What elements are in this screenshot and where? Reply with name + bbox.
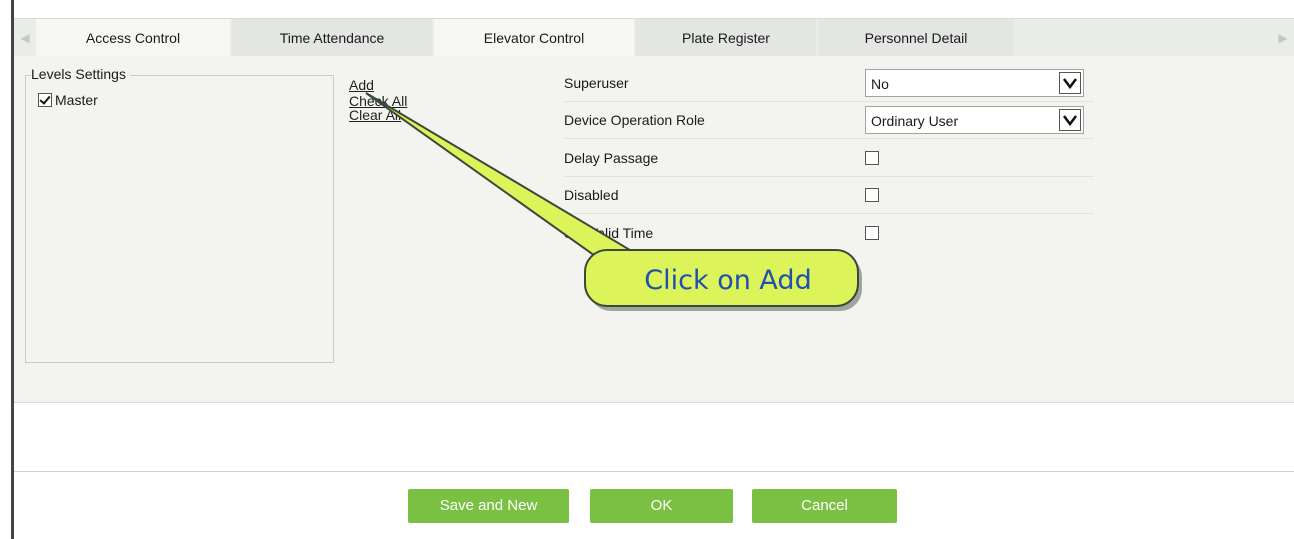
tab-bar: ◀ Access Control Time Attendance Elevato… xyxy=(14,18,1294,57)
disabled-label: Disabled xyxy=(564,187,619,203)
level-item-master[interactable]: Master xyxy=(38,92,98,108)
level-item-label: Master xyxy=(55,92,98,108)
superuser-value: No xyxy=(871,76,889,92)
clear-all-link[interactable]: Clear All xyxy=(349,108,407,122)
add-link[interactable]: Add xyxy=(349,78,407,92)
delay-passage-row: Delay Passage xyxy=(564,140,1094,177)
chevron-down-icon[interactable] xyxy=(1059,109,1081,131)
tab-time-attendance[interactable]: Time Attendance xyxy=(232,19,432,57)
chevron-down-icon[interactable] xyxy=(1059,72,1081,94)
level-actions: Add Check All Clear All xyxy=(349,76,407,122)
superuser-row: Superuser No xyxy=(564,65,1094,102)
delay-passage-checkbox[interactable] xyxy=(865,151,879,165)
valid-time-label: Set Valid Time xyxy=(564,225,654,241)
device-role-label: Device Operation Role xyxy=(564,112,705,128)
valid-time-row: Set Valid Time xyxy=(564,215,1094,251)
tab-personnel-detail[interactable]: Personnel Detail xyxy=(818,19,1014,57)
save-and-new-button[interactable]: Save and New xyxy=(408,489,569,523)
ok-button[interactable]: OK xyxy=(590,489,733,523)
footer-divider xyxy=(14,471,1294,472)
device-role-value: Ordinary User xyxy=(871,113,959,129)
delay-passage-label: Delay Passage xyxy=(564,150,659,166)
tab-scroll-right-icon[interactable]: ▶ xyxy=(1272,19,1294,57)
levels-settings-legend: Levels Settings xyxy=(31,66,130,82)
tab-plate-register[interactable]: Plate Register xyxy=(636,19,816,57)
levels-settings-fieldset xyxy=(25,75,334,363)
cancel-button[interactable]: Cancel xyxy=(752,489,897,523)
master-checkbox[interactable] xyxy=(38,93,52,107)
disabled-row: Disabled xyxy=(564,177,1094,214)
superuser-label: Superuser xyxy=(564,75,629,91)
callout-text: Click on Add xyxy=(644,265,812,296)
tab-content-panel: Levels Settings Master Add Check All Cle… xyxy=(14,56,1294,403)
disabled-checkbox[interactable] xyxy=(865,188,879,202)
tab-access-control[interactable]: Access Control xyxy=(36,19,230,57)
tab-scroll-left-icon[interactable]: ◀ xyxy=(14,19,36,57)
tab-elevator-control[interactable]: Elevator Control xyxy=(434,19,634,57)
check-all-link[interactable]: Check All xyxy=(349,94,407,108)
superuser-select[interactable]: No xyxy=(865,69,1084,97)
device-role-row: Device Operation Role Ordinary User xyxy=(564,102,1094,139)
device-role-select[interactable]: Ordinary User xyxy=(865,106,1084,134)
valid-time-checkbox[interactable] xyxy=(865,226,879,240)
